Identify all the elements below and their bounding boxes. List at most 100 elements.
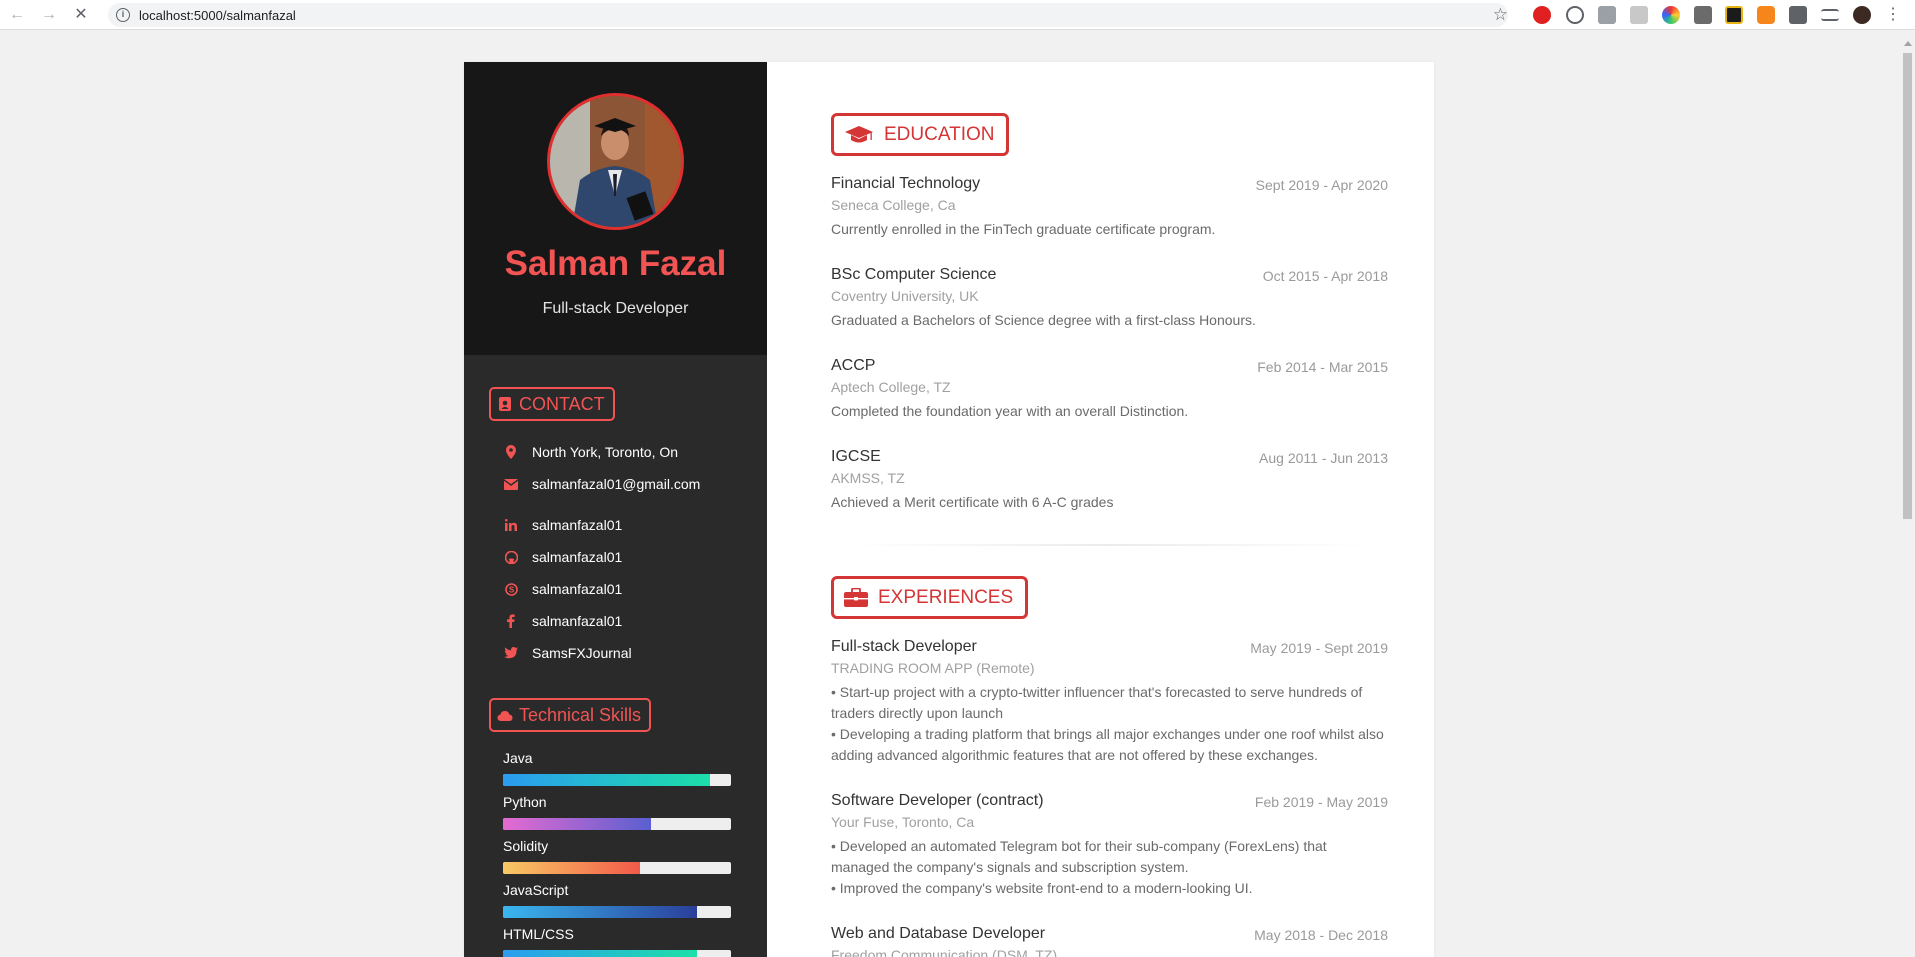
entry-date: Oct 2015 - Apr 2018 (1262, 268, 1388, 284)
contact-location-text: North York, Toronto, On (532, 444, 679, 460)
contact-facebook-text[interactable]: salmanfazal01 (532, 613, 622, 629)
user-avatar-icon[interactable] (1853, 6, 1871, 24)
address-bar-url[interactable]: localhost:5000/salmanfazal (139, 8, 296, 23)
extension-k-icon[interactable] (1630, 6, 1648, 24)
extensions-puzzle-icon[interactable] (1789, 6, 1807, 24)
entry-organization: Seneca College, Ca (831, 197, 956, 213)
cloud-icon (497, 707, 513, 723)
entry-organization: Aptech College, TZ (831, 379, 951, 395)
entry-description: Achieved a Merit certificate with 6 A-C … (831, 494, 1114, 510)
entry-date: May 2018 - Dec 2018 (1254, 927, 1388, 943)
facebook-icon (504, 614, 518, 628)
entry-date: Sept 2019 - Apr 2020 (1255, 177, 1388, 193)
skype-icon: S (504, 582, 518, 596)
contact-linkedin[interactable]: salmanfazal01 (504, 515, 622, 535)
entry-organization: TRADING ROOM APP (Remote) (831, 660, 1035, 676)
skill-solidity: Solidity (503, 838, 731, 874)
entry-organization: AKMSS, TZ (831, 470, 905, 486)
reading-list-icon[interactable] (1821, 9, 1839, 21)
contact-github-text[interactable]: salmanfazal01 (532, 549, 622, 565)
skill-java: Java (503, 750, 731, 786)
contact-heading: CONTACT (489, 387, 615, 421)
location-pin-icon (504, 445, 518, 459)
scroll-up-arrow-icon[interactable] (1904, 41, 1912, 46)
linkedin-icon (504, 518, 518, 532)
contact-skype-text[interactable]: salmanfazal01 (532, 581, 622, 597)
extension-camera-icon[interactable] (1598, 6, 1616, 24)
skill-bar-fill (503, 950, 697, 957)
entry-organization: Your Fuse, Toronto, Ca (831, 814, 975, 830)
twitter-icon (504, 646, 518, 660)
main-content: EDUCATION Financial Technology Sept 2019… (767, 62, 1434, 957)
back-arrow-icon[interactable]: ← (8, 6, 26, 24)
scrollbar-thumb[interactable] (1903, 53, 1912, 519)
profile-panel: Salman Fazal Full-stack Developer (464, 62, 767, 355)
entry-organization: Freedom Communication (DSM, TZ) (831, 947, 1058, 957)
section-divider (851, 544, 1368, 546)
entry-date: May 2019 - Sept 2019 (1250, 640, 1388, 656)
sidebar: Salman Fazal Full-stack Developer CONTAC… (464, 62, 767, 957)
skill-bar (503, 774, 731, 786)
graduation-cap-icon (844, 124, 874, 146)
skills-heading-label: Technical Skills (519, 704, 642, 725)
education-heading: EDUCATION (831, 113, 1010, 156)
experience-entry: Web and Database Developer May 2018 - De… (831, 925, 1388, 957)
extension-bee-icon[interactable] (1725, 6, 1743, 24)
skill-bar (503, 906, 731, 918)
menu-kebab-icon[interactable]: ⋮ (1884, 6, 1902, 24)
skill-bar (503, 862, 731, 874)
skill-label: Solidity (503, 838, 549, 854)
profile-photo (547, 93, 684, 230)
contact-skype[interactable]: S salmanfazal01 (504, 579, 622, 599)
education-entry: BSc Computer Science Oct 2015 - Apr 2018… (831, 266, 1388, 331)
skill-bar-fill (503, 862, 640, 874)
skill-javascript: JavaScript (503, 882, 731, 918)
contact-card-icon (497, 396, 513, 412)
entry-bullet: • Developed an automated Telegram bot fo… (831, 838, 1327, 875)
entry-bullet: • Improved the company's website front-e… (831, 880, 1253, 896)
envelope-icon (504, 477, 518, 491)
contact-twitter-text[interactable]: SamsFXJournal (532, 645, 632, 661)
bookmark-star-icon[interactable]: ☆ (1493, 5, 1508, 25)
skills-heading: Technical Skills (489, 698, 652, 732)
extension-red-icon[interactable] (1533, 6, 1551, 24)
profile-name: Salman Fazal (504, 244, 727, 283)
browser-toolbar: ← → ✕ i localhost:5000/salmanfazal ☆ ⋮ (0, 0, 1915, 30)
contact-email[interactable]: salmanfazal01@gmail.com (504, 474, 700, 494)
contact-twitter[interactable]: SamsFXJournal (504, 643, 632, 663)
experience-entry: Software Developer (contract) Feb 2019 -… (831, 792, 1388, 899)
extension-color-icon[interactable] (1662, 6, 1680, 24)
skill-python: Python (503, 794, 731, 830)
education-heading-label: EDUCATION (884, 123, 995, 145)
contact-linkedin-text[interactable]: salmanfazal01 (532, 517, 622, 533)
entry-bullet: • Developing a trading platform that bri… (831, 726, 1384, 763)
site-info-icon[interactable]: i (116, 8, 130, 22)
svg-text:S: S (508, 585, 514, 594)
forward-arrow-icon[interactable]: → (40, 6, 58, 24)
profile-photo-image (550, 96, 681, 227)
entry-description: • Developed an automated Telegram bot fo… (831, 836, 1388, 899)
skill-html-css: HTML/CSS (503, 926, 731, 957)
skill-bar (503, 818, 731, 830)
skill-label: JavaScript (503, 882, 569, 898)
entry-description: • Start-up project with a crypto-twitter… (831, 682, 1388, 766)
entry-description: Graduated a Bachelors of Science degree … (831, 312, 1256, 328)
entry-organization: Coventry University, UK (831, 288, 979, 304)
skill-bar-fill (503, 818, 652, 830)
entry-date: Feb 2014 - Mar 2015 (1257, 359, 1388, 375)
contact-facebook[interactable]: salmanfazal01 (504, 611, 622, 631)
page-scrollbar[interactable] (1900, 31, 1915, 957)
entry-description: Completed the foundation year with an ov… (831, 403, 1189, 419)
skill-label: Python (503, 794, 547, 810)
extension-block-icon[interactable] (1566, 6, 1584, 24)
contact-github[interactable]: salmanfazal01 (504, 547, 622, 567)
contact-heading-label: CONTACT (519, 393, 605, 414)
extension-qr-icon[interactable] (1694, 6, 1712, 24)
metamask-fox-icon[interactable] (1757, 6, 1775, 24)
stop-loading-icon[interactable]: ✕ (72, 6, 90, 24)
experiences-heading: EXPERIENCES (831, 576, 1029, 619)
address-bar[interactable]: i localhost:5000/salmanfazal ☆ (108, 3, 1508, 27)
briefcase-icon (844, 587, 868, 609)
contact-email-text[interactable]: salmanfazal01@gmail.com (532, 476, 700, 492)
entry-bullet: • Start-up project with a crypto-twitter… (831, 684, 1363, 721)
